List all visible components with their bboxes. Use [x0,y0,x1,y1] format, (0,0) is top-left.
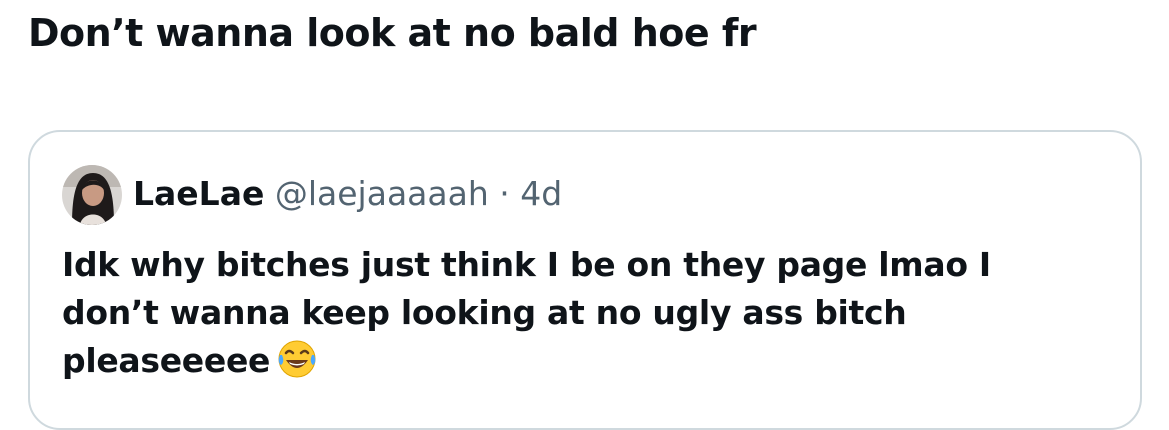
quote-line-3: pleaseeeee [62,337,1122,385]
face-with-tears-of-joy-icon [278,340,316,378]
quoted-tweet-header: LaeLae @laejaaaaah · 4d [133,172,562,216]
author-handle[interactable]: @laejaaaaah [275,174,489,213]
tweet-text: Don’t wanna look at no bald hoe fr [28,11,757,55]
author-name[interactable]: LaeLae [133,174,264,213]
quote-line-3-text: pleaseeeee [62,341,271,380]
timestamp[interactable]: 4d [520,174,562,213]
quote-line-2: don’t wanna keep looking at no ugly ass … [62,293,907,332]
separator-dot: · [499,174,510,213]
avatar-image [62,165,122,225]
quote-line-1: Idk why bitches just think I be on they … [62,245,991,284]
avatar[interactable] [62,165,122,225]
quoted-tweet-text: Idk why bitches just think I be on they … [62,241,1122,385]
